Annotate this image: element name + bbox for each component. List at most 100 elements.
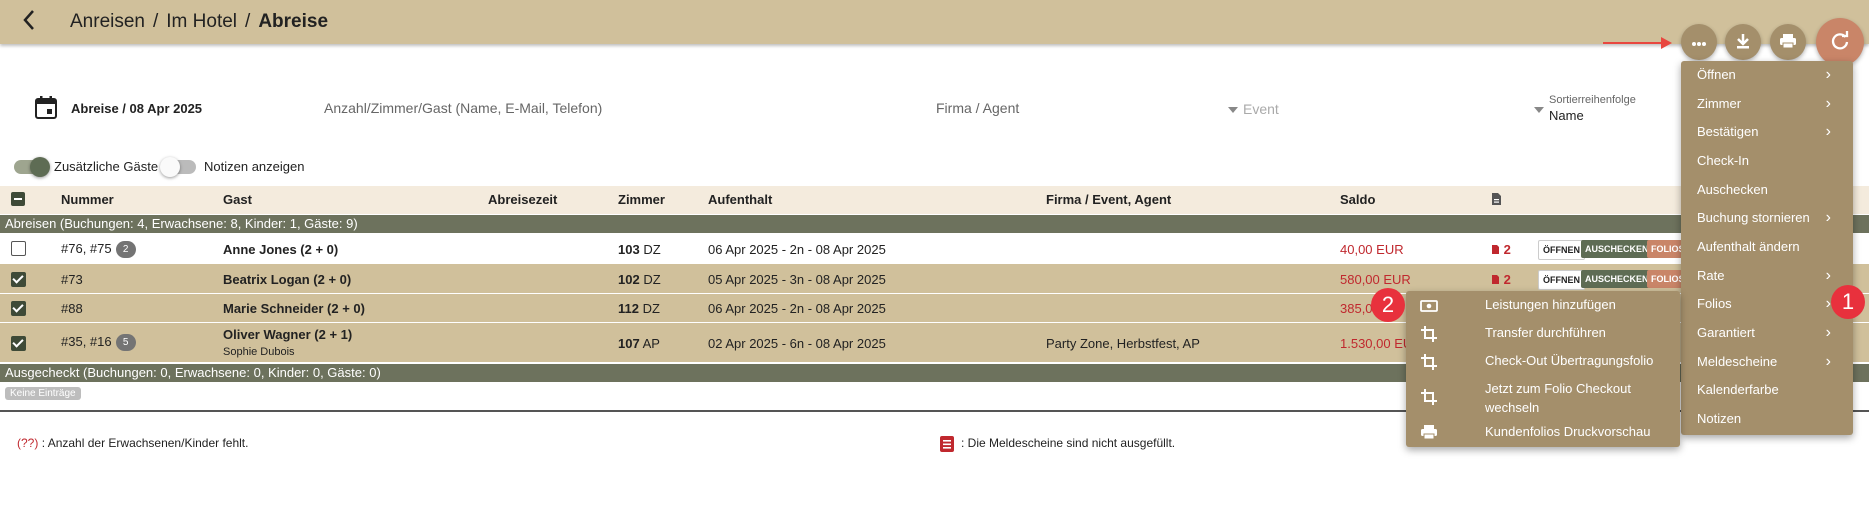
toggle-label-gaeste: Zusätzliche Gäste [54,159,159,174]
chevron-right-icon: › [1825,123,1831,140]
menu-item-garantiert[interactable]: Garantiert › [1681,319,1853,347]
breadcrumb-anreisen[interactable]: Anreisen [70,11,145,32]
sort-dropdown-arrow-icon[interactable] [1534,107,1544,113]
submenu-item-leistungen[interactable]: Leistungen hinzufügen [1406,293,1680,317]
row-guest[interactable]: Oliver Wagner (2 + 1) [223,327,352,342]
event-select[interactable]: Event [1243,101,1279,117]
row-room: 102 DZ [618,272,661,287]
toggle-label-notizen: Notizen anzeigen [204,159,305,174]
menu-item-meldescheine[interactable]: Meldescheine › [1681,348,1853,376]
row-checkbox[interactable] [11,272,26,287]
open-button[interactable]: ÖFFNEN [1538,270,1585,290]
col-nummer[interactable]: Nummer [61,192,114,207]
col-saldo[interactable]: Saldo [1340,192,1375,207]
row-number: #76, #75 2 [61,241,136,259]
row-saldo: 385,0 [1340,301,1373,316]
print-button[interactable] [1770,24,1806,60]
row-saldo: 580,00 EUR [1340,272,1411,287]
submenu-item-folio-checkout[interactable]: Jetzt zum Folio Checkout wechseln [1406,377,1680,417]
more-actions-button[interactable] [1681,24,1717,60]
breadcrumb: Anreisen / Im Hotel / Abreise [70,11,328,33]
col-abreisezeit[interactable]: Abreisezeit [488,192,557,207]
row-stay: 06 Apr 2025 - 2n - 08 Apr 2025 [708,301,886,316]
booking-count-badge: 5 [115,334,136,352]
toggle-zusaetzliche-gaeste[interactable] [14,157,50,177]
row-saldo: 40,00 EUR [1340,242,1404,257]
menu-item-bestaetigen[interactable]: Bestätigen › [1681,118,1853,146]
menu-item-oeffnen[interactable]: Öffnen › [1681,61,1853,89]
chevron-right-icon: › [1825,353,1831,370]
checkout-button[interactable]: AUSCHECKEN [1581,270,1653,288]
callout-badge-1: 1 [1831,285,1865,319]
row-additional-guest: Sophie Dubois [223,346,295,358]
download-button[interactable] [1725,24,1761,60]
document-icon [1491,192,1502,209]
row-checkbox[interactable] [11,301,26,316]
more-horiz-icon [1691,35,1707,50]
submenu-item-checkout-uebertragung[interactable]: Check-Out Übertragungsfolio [1406,349,1680,373]
empty-badge: Keine Einträge [5,387,81,400]
checkout-button[interactable]: AUSCHECKEN [1581,240,1653,258]
refresh-icon [1830,30,1850,54]
folios-submenu: Leistungen hinzufügen Transfer durchführ… [1406,291,1680,447]
menu-item-auschecken[interactable]: Auschecken [1681,176,1853,204]
col-aufenthalt[interactable]: Aufenthalt [708,192,772,207]
menu-item-kalenderfarbe[interactable]: Kalenderfarbe [1681,376,1853,404]
select-all-checkbox[interactable] [11,192,25,206]
menu-item-aufenthalt-aendern[interactable]: Aufenthalt ändern [1681,233,1853,261]
refresh-button[interactable] [1816,18,1864,66]
group-header-abreisen: Abreisen (Buchungen: 4, Erwachsene: 8, K… [0,215,1869,233]
row-room: 107 AP [618,336,660,351]
firma-agent-input[interactable] [934,96,1208,120]
form-missing-icon [939,435,955,453]
col-gast[interactable]: Gast [223,192,252,207]
row-guest[interactable]: Anne Jones (2 + 0) [223,242,338,257]
crop-icon [1420,388,1438,406]
toggle-notizen[interactable] [160,157,196,177]
row-checkbox[interactable] [11,241,26,256]
print-icon [1779,33,1797,52]
row-docs[interactable]: 2 [1491,242,1511,257]
group-ausgecheckt-label: Ausgecheckt (Buchungen: 0, Erwachsene: 0… [5,365,381,380]
col-zimmer[interactable]: Zimmer [618,192,665,207]
menu-item-check-in[interactable]: Check-In [1681,147,1853,175]
chevron-right-icon: › [1825,95,1831,112]
annotation-arrow-head [1661,37,1672,49]
menu-item-buchung-stornieren[interactable]: Buchung stornieren › [1681,204,1853,232]
row-stay: 05 Apr 2025 - 3n - 08 Apr 2025 [708,272,886,287]
actions-menu: Öffnen › Zimmer › Bestätigen › Check-In Aus… [1681,61,1853,435]
sort-select[interactable]: Name [1549,108,1584,123]
breadcrumb-im-hotel[interactable]: Im Hotel [166,11,237,32]
menu-item-folios[interactable]: Folios › [1681,290,1853,318]
legend-missing: (??) : Anzahl der Erwachsenen/Kinder feh… [17,436,249,450]
money-icon [1420,297,1438,315]
row-number: #35, #16 5 [61,334,136,352]
back-arrow-icon[interactable] [18,6,42,34]
submenu-item-druckvorschau[interactable]: Kundenfolios Druckvorschau [1406,420,1680,444]
row-stay: 06 Apr 2025 - 2n - 08 Apr 2025 [708,242,886,257]
sort-label: Sortierreihenfolge [1549,94,1636,106]
chevron-right-icon: › [1825,267,1831,284]
event-dropdown-arrow-icon[interactable] [1228,107,1238,113]
row-room: 112 DZ [618,301,660,316]
callout-badge-2: 2 [1371,288,1405,322]
menu-item-rate[interactable]: Rate › [1681,262,1853,290]
breadcrumb-separator: / [153,11,159,32]
print-icon [1420,424,1438,442]
row-guest[interactable]: Beatrix Logan (2 + 0) [223,272,351,287]
row-room: 103 DZ [618,242,661,257]
download-icon [1735,32,1751,53]
submenu-item-transfer[interactable]: Transfer durchführen [1406,321,1680,345]
col-firma[interactable]: Firma / Event, Agent [1046,192,1171,207]
menu-item-notizen[interactable]: Notizen [1681,405,1853,433]
breadcrumb-separator: / [245,11,251,32]
row-docs[interactable]: 2 [1491,272,1511,287]
search-input[interactable] [322,96,886,120]
row-checkbox[interactable] [11,336,26,351]
menu-item-zimmer[interactable]: Zimmer › [1681,90,1853,118]
open-button[interactable]: ÖFFNEN [1538,240,1585,260]
row-guest[interactable]: Marie Schneider (2 + 0) [223,301,365,316]
date-label[interactable]: Abreise / 08 Apr 2025 [71,101,202,116]
crop-icon [1420,353,1438,371]
calendar-icon[interactable] [34,95,58,121]
